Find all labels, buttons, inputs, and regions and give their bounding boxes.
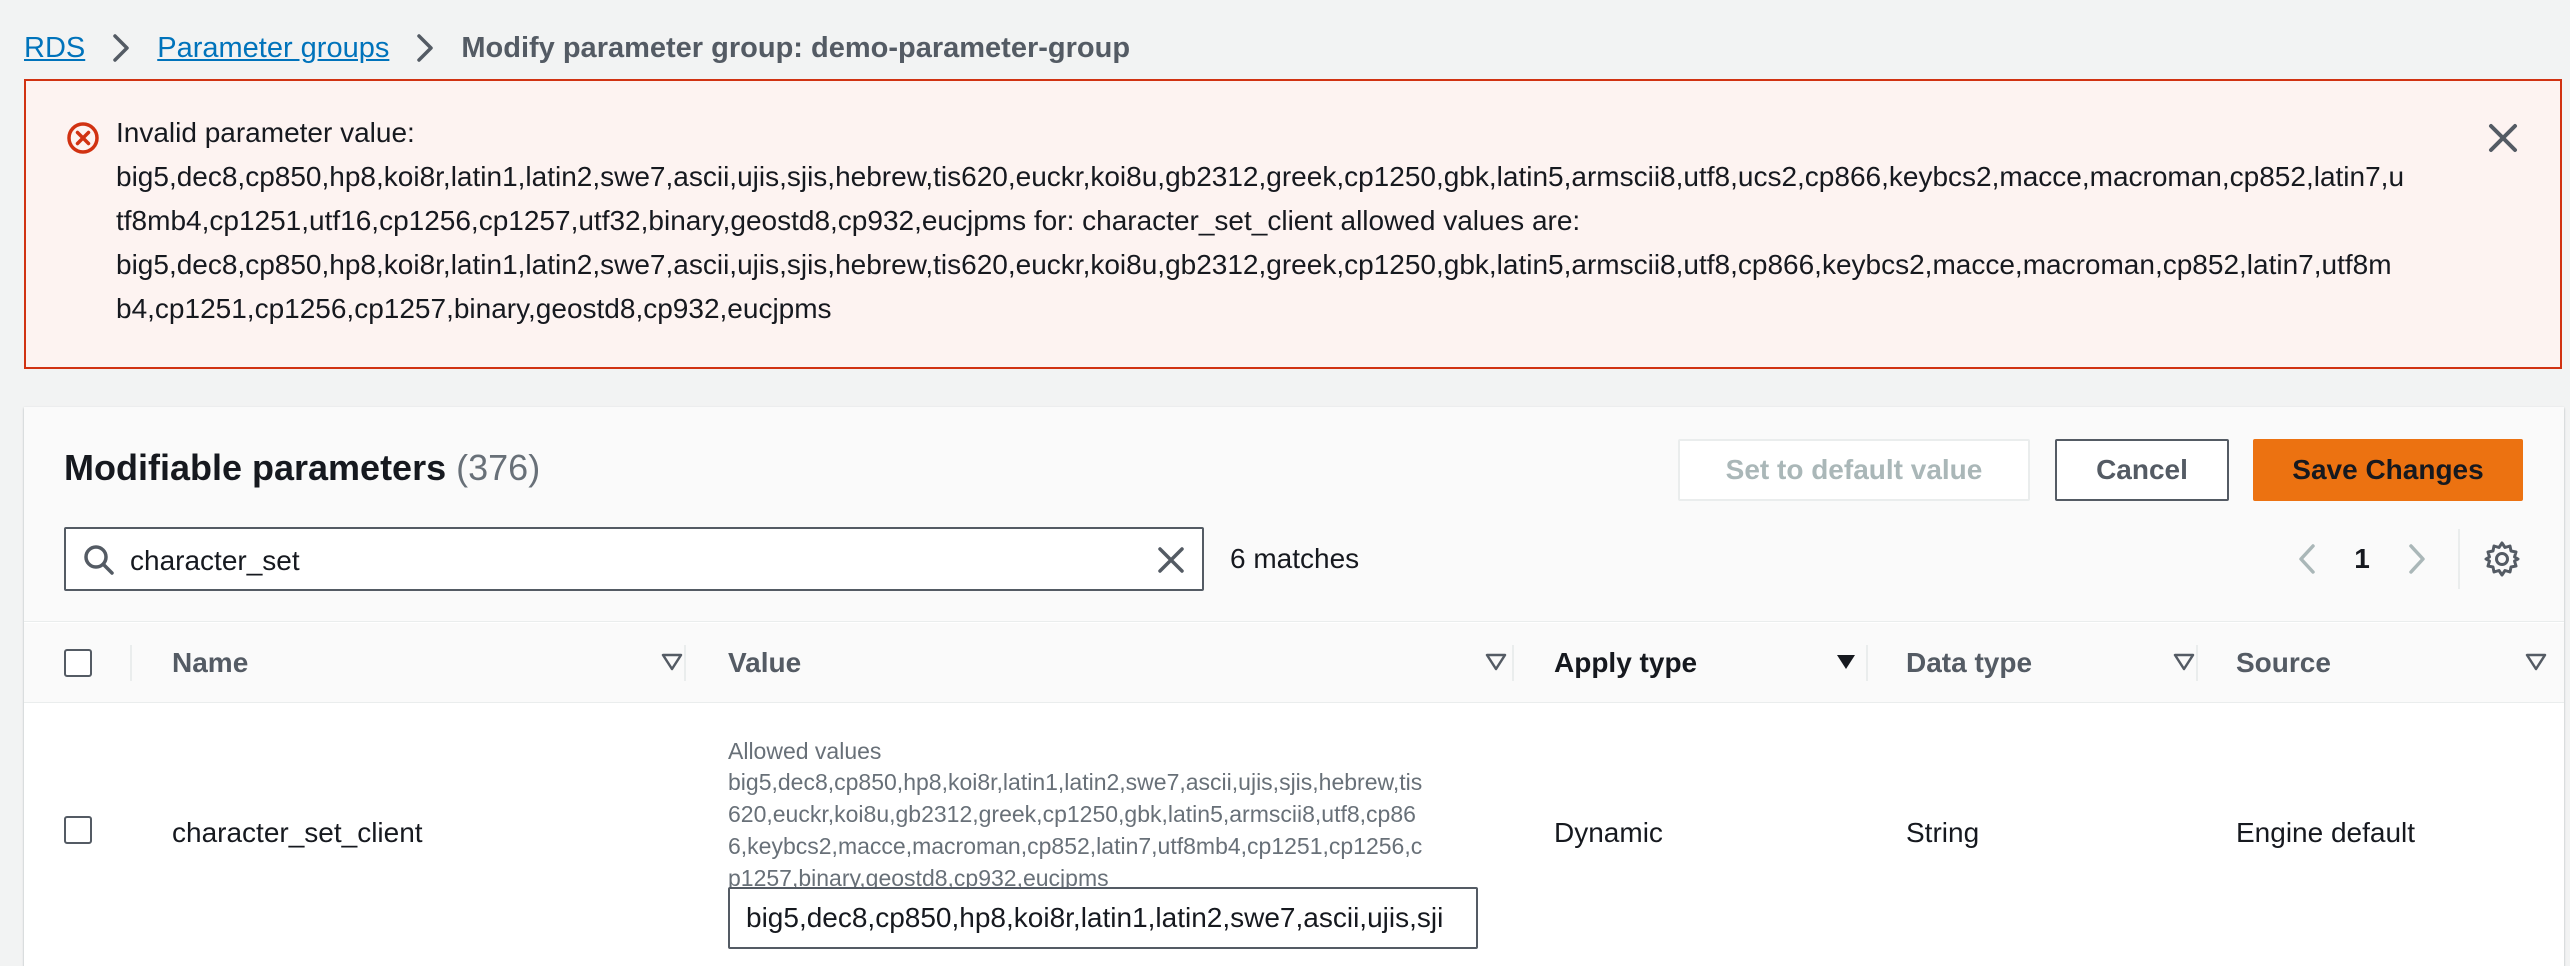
panel-title: Modifiable parameters (376): [64, 447, 540, 489]
sort-icon[interactable]: [2524, 651, 2548, 673]
alert-line: tf8mb4,cp1251,utf16,cp1256,cp1257,utf32,…: [116, 205, 1581, 236]
alert-line: Invalid parameter value:: [116, 117, 415, 148]
allowed-values-line: 620,euckr,koi8u,gb2312,greek,cp1250,gbk,…: [728, 801, 1416, 827]
column-separator: [1512, 645, 1514, 681]
column-separator: [130, 645, 132, 681]
gear-icon[interactable]: [2482, 539, 2522, 579]
close-icon[interactable]: [2482, 117, 2524, 159]
column-header-label: Name: [172, 647, 249, 678]
source-value: Engine default: [2236, 817, 2416, 848]
sort-descending-icon[interactable]: [1834, 651, 1858, 673]
panel-title-text: Modifiable parameters: [64, 447, 447, 488]
allowed-values-line: 6,keybcs2,macce,macroman,cp852,latin7,ut…: [728, 833, 1423, 859]
column-separator: [684, 645, 686, 681]
select-all-checkbox[interactable]: [64, 649, 92, 677]
chevron-right-icon: [113, 34, 129, 62]
alert-message: Invalid parameter value: big5,dec8,cp850…: [116, 111, 2476, 331]
column-header-data-type[interactable]: Data type: [1906, 623, 2196, 703]
pager-divider: [2458, 529, 2460, 589]
parameter-count: (376): [456, 447, 541, 488]
column-header-value[interactable]: Value: [728, 623, 1508, 703]
alert-line: big5,dec8,cp850,hp8,koi8r,latin1,latin2,…: [116, 161, 2405, 192]
clear-search-icon[interactable]: [1152, 541, 1190, 579]
column-header-name[interactable]: Name: [172, 623, 684, 703]
error-alert: Invalid parameter value: big5,dec8,cp850…: [24, 79, 2562, 369]
breadcrumb: RDS Parameter groups Modify parameter gr…: [24, 28, 1130, 68]
column-header-label: Apply type: [1554, 647, 1698, 678]
sort-icon[interactable]: [660, 651, 684, 673]
column-separator: [2196, 645, 2198, 681]
table-row: character_set_client Allowed values big5…: [24, 704, 2564, 966]
data-type-value: String: [1906, 817, 1980, 848]
error-circle-icon: [67, 122, 99, 154]
panel-header: Modifiable parameters (376) Set to defau…: [24, 407, 2564, 622]
cancel-button[interactable]: Cancel: [2055, 439, 2229, 501]
breadcrumb-current: Modify parameter group: demo-parameter-g…: [461, 31, 1131, 64]
search-input[interactable]: character_set: [64, 527, 1204, 591]
save-changes-button[interactable]: Save Changes: [2253, 439, 2523, 501]
column-header-source[interactable]: Source: [2236, 623, 2556, 703]
allowed-values-text: big5,dec8,cp850,hp8,koi8r,latin1,latin2,…: [728, 766, 1488, 894]
breadcrumb-link-rds[interactable]: RDS: [24, 32, 85, 65]
column-header-apply-type[interactable]: Apply type: [1554, 623, 1855, 703]
set-to-default-button[interactable]: Set to default value: [1678, 439, 2030, 501]
search-icon: [84, 545, 114, 575]
allowed-values-line: big5,dec8,cp850,hp8,koi8r,latin1,latin2,…: [728, 769, 1423, 795]
page-number[interactable]: 1: [2326, 543, 2398, 575]
search-value[interactable]: character_set: [130, 545, 300, 577]
match-count: 6 matches: [1230, 543, 1360, 574]
column-header-label: Data type: [1906, 647, 2033, 678]
row-checkbox[interactable]: [64, 816, 92, 844]
alert-line: big5,dec8,cp850,hp8,koi8r,latin1,latin2,…: [116, 249, 2392, 280]
pagination: 1: [2290, 529, 2522, 589]
alert-line: b4,cp1251,cp1256,cp1257,binary,geostd8,c…: [116, 293, 832, 324]
table-header: Name Value Apply type Data type Source: [24, 623, 2564, 703]
parameter-name: character_set_client: [172, 817, 423, 848]
sort-icon[interactable]: [1484, 651, 1508, 673]
parameter-value-input[interactable]: [728, 887, 1478, 949]
chevron-right-icon: [417, 34, 434, 62]
sort-icon[interactable]: [2172, 651, 2196, 673]
chevron-right-icon[interactable]: [2398, 541, 2434, 577]
chevron-left-icon[interactable]: [2290, 541, 2326, 577]
parameters-table-panel: Modifiable parameters (376) Set to defau…: [24, 407, 2564, 966]
allowed-values-label: Allowed values: [728, 738, 882, 764]
breadcrumb-link-parameter-groups[interactable]: Parameter groups: [157, 32, 389, 65]
column-separator: [1866, 645, 1868, 681]
apply-type-value: Dynamic: [1554, 817, 1663, 848]
column-header-label: Value: [728, 647, 802, 678]
column-header-label: Source: [2236, 647, 2331, 678]
